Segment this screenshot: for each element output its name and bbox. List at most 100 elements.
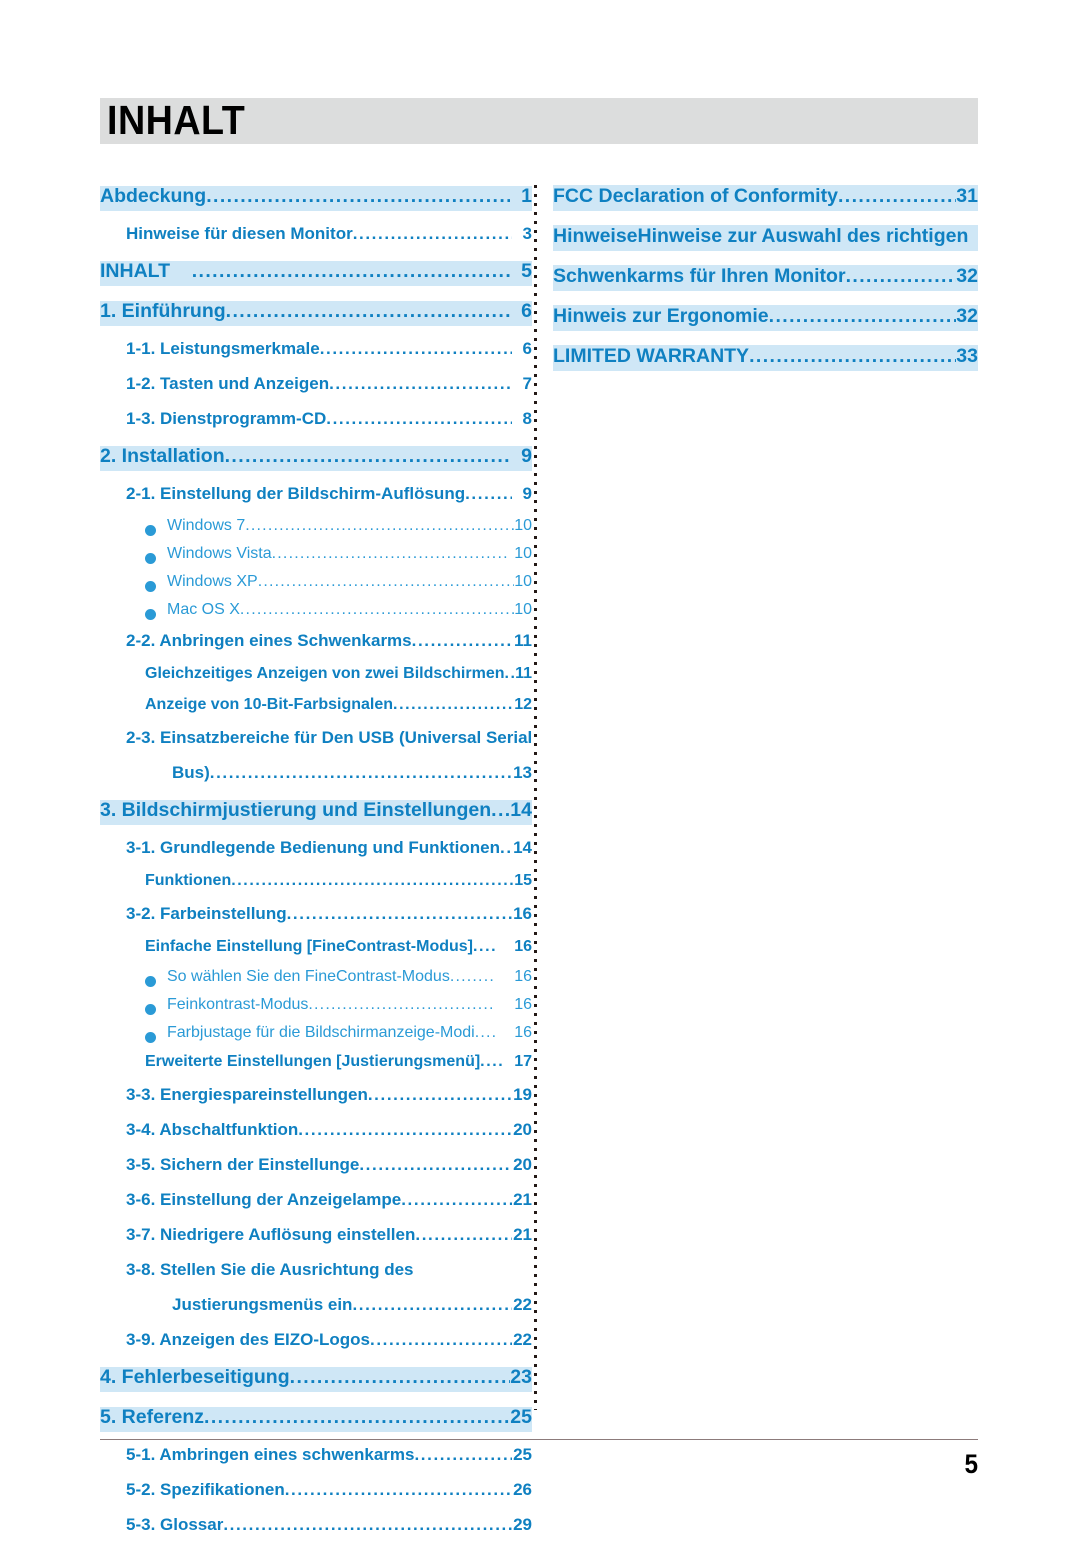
toc-entry-label: So wählen Sie den FineContrast-Modus xyxy=(167,968,450,985)
toc-entry[interactable]: Bus)....................................… xyxy=(100,760,532,795)
toc-entry-label: INHALT xyxy=(100,260,192,282)
toc-entry[interactable]: 3-8. Stellen Sie die Ausrichtung des xyxy=(100,1257,532,1292)
toc-entry-label: 3-1. Grundlegende Bedienung und Funktion… xyxy=(126,838,500,857)
toc-entry[interactable]: 5-3. Glossar............................… xyxy=(100,1512,532,1547)
toc-entry[interactable]: Windows Vista...........................… xyxy=(100,544,532,572)
toc-entry-label: 4. Fehlerbeseitigung xyxy=(100,1366,290,1388)
toc-entry-page-number: 10 xyxy=(514,545,532,562)
toc-entry-label: 5. Referenz xyxy=(100,1406,205,1428)
bullet-icon xyxy=(145,553,156,564)
toc-entry[interactable]: INHALT .................................… xyxy=(100,256,532,294)
toc-entry-page-number: 7 xyxy=(522,374,532,393)
toc-entry[interactable]: Windows 7...............................… xyxy=(100,516,532,544)
toc-entry[interactable]: 3-4. Abschaltfunktion...................… xyxy=(100,1117,532,1152)
toc-entry[interactable]: Farbjustage für die Bildschirmanzeige-Mo… xyxy=(100,1023,532,1051)
toc-entry-label: Abdeckung xyxy=(100,185,207,207)
toc-entry[interactable]: So wählen Sie den FineContrast-Modus....… xyxy=(100,967,532,995)
document-page: INHALT Abdeckung........................… xyxy=(0,0,1080,1534)
toc-entry[interactable]: LIMITED WARRANTY........................… xyxy=(553,341,978,379)
toc-entry[interactable]: 3-5. Sichern der Einstellunge...........… xyxy=(100,1152,532,1187)
toc-entry-label: 2. Installation xyxy=(100,445,225,467)
toc-entry-leader: .... xyxy=(480,1053,505,1070)
toc-entry-leader: ........................................… xyxy=(286,904,512,923)
toc-entry[interactable]: Hinweis zur Ergonomie...................… xyxy=(553,301,978,339)
toc-entry-page-number: 20 xyxy=(513,1155,532,1174)
toc-entry-page-number: 15 xyxy=(514,872,532,889)
toc-entry[interactable]: 1-1. Leistungsmerkmale..................… xyxy=(100,336,532,371)
toc-entry[interactable]: Feinkontrast-Modus......................… xyxy=(100,995,532,1023)
toc-entry-label: LIMITED WARRANTY xyxy=(553,345,750,367)
toc-entry[interactable]: 2. Installation.........................… xyxy=(100,441,532,479)
toc-entry-page-number: 10 xyxy=(514,517,532,534)
toc-entry-label: 5-1. Ambringen eines schwenkarms xyxy=(126,1445,415,1464)
toc-entry[interactable]: 2-2. Anbringen eines Schwenkarms........… xyxy=(100,628,532,663)
toc-entry-leader: ........................................… xyxy=(749,345,956,367)
toc-entry-leader: ........................................… xyxy=(239,601,514,618)
toc-entry-label: Bus) xyxy=(172,763,210,782)
toc-entry-page-number: 3 xyxy=(522,224,532,243)
toc-entry[interactable]: 3. Bildschirmjustierung und Einstellunge… xyxy=(100,795,532,833)
toc-entry-leader: ......................... xyxy=(837,185,956,207)
toc-entry-label: 3. Bildschirmjustierung und Einstellunge… xyxy=(100,799,492,821)
toc-entry-label: 1. Einführung xyxy=(100,300,226,322)
toc-entry-page-number: 16 xyxy=(514,1024,532,1041)
toc-entry-label: Windows Vista xyxy=(167,545,272,562)
toc-entry[interactable]: 3-6. Einstellung der Anzeigelampe.......… xyxy=(100,1187,532,1222)
toc-entry-leader: ..................... xyxy=(411,631,512,650)
toc-entry[interactable]: 5-1. Ambringen eines schwenkarms........… xyxy=(100,1442,532,1477)
toc-entry[interactable]: 4. Fehlerbeseitigung....................… xyxy=(100,1362,532,1400)
toc-entry-page-number: 25 xyxy=(513,1445,532,1464)
toc-entry[interactable]: Mac OS X................................… xyxy=(100,600,532,628)
toc-entry-leader: ........................................… xyxy=(223,1515,512,1534)
toc-entry[interactable]: Einfache Einstellung [FineContrast-Modus… xyxy=(100,936,532,967)
toc-entry[interactable]: 5-2. Spezifikationen....................… xyxy=(100,1477,532,1512)
toc-entry[interactable]: HinweiseHinweise zur Auswahl des richtig… xyxy=(553,221,978,259)
toc-entry-label: 1-2. Tasten und Anzeigen xyxy=(126,374,330,393)
toc-entry-leader: .... xyxy=(473,938,498,955)
toc-entry-page-number: 25 xyxy=(510,1406,532,1428)
toc-entry-leader: .................... xyxy=(415,1225,512,1244)
bullet-icon xyxy=(145,976,156,987)
toc-entry[interactable]: Gleichzeitiges Anzeigen von zwei Bildsch… xyxy=(100,663,532,694)
toc-entry[interactable]: 3-7. Niedrigere Auflösung einstellen....… xyxy=(100,1222,532,1257)
toc-entry[interactable]: 3-9. Anzeigen des EIZO-Logos............… xyxy=(100,1327,532,1362)
toc-entry-label: FCC Declaration of Conformity xyxy=(553,185,838,207)
toc-entry-page-number: 10 xyxy=(514,601,532,618)
toc-entry-label: Feinkontrast-Modus xyxy=(167,996,309,1013)
toc-entry-leader: ..................... xyxy=(393,696,514,713)
toc-entry[interactable]: FCC Declaration of Conformity...........… xyxy=(553,181,978,219)
toc-entry[interactable]: 1-3. Dienstprogramm-CD..................… xyxy=(100,406,532,441)
toc-entry-label: Anzeige von 10-Bit-Farbsignalen xyxy=(145,696,394,713)
toc-entry-leader: ... xyxy=(500,838,512,857)
toc-entry-leader: ........................................… xyxy=(204,1406,510,1428)
toc-entry-leader: ........................................… xyxy=(191,260,510,282)
toc-entry-leader: ........................ xyxy=(845,265,956,287)
toc-entry-label: HinweiseHinweise zur Auswahl des richtig… xyxy=(553,225,969,247)
toc-entry-label: 3-6. Einstellung der Anzeigelampe xyxy=(126,1190,402,1209)
toc-entry[interactable]: Windows XP..............................… xyxy=(100,572,532,600)
toc-entry-page-number: 16 xyxy=(514,996,532,1013)
toc-entry-leader: ........................................… xyxy=(231,872,514,889)
toc-entry[interactable]: Anzeige von 10-Bit-Farbsignalen.........… xyxy=(100,694,532,725)
toc-entry[interactable]: Funktionen..............................… xyxy=(100,870,532,901)
toc-entry-page-number: 6 xyxy=(522,339,532,358)
toc-entry-label: 3-4. Abschaltfunktion xyxy=(126,1120,299,1139)
toc-entry[interactable]: Hinweise für diesen Monitor.............… xyxy=(100,221,532,256)
toc-entry[interactable]: Erweiterte Einstellungen [Justierungsmen… xyxy=(100,1051,532,1082)
toc-entry[interactable]: Abdeckung...............................… xyxy=(100,181,532,219)
toc-entry-label: 3-8. Stellen Sie die Ausrichtung des xyxy=(126,1260,414,1279)
toc-entry[interactable]: 1-2. Tasten und Anzeigen................… xyxy=(100,371,532,406)
toc-entry-label: Funktionen xyxy=(145,872,232,889)
toc-entry[interactable]: 3-3. Energiespareinstellungen...........… xyxy=(100,1082,532,1117)
toc-entry[interactable]: 5. Referenz.............................… xyxy=(100,1402,532,1440)
toc-entry[interactable]: Schwenkarms für Ihren Monitor...........… xyxy=(553,261,978,299)
toc-entry[interactable]: 2-3. Einsatzbereiche für Den USB (Univer… xyxy=(100,725,532,760)
toc-entry[interactable]: 3-1. Grundlegende Bedienung und Funktion… xyxy=(100,835,532,870)
toc-entry[interactable]: 1. Einführung...........................… xyxy=(100,296,532,334)
toc-entry-page-number: 9 xyxy=(522,484,532,503)
toc-entry[interactable]: 2-1. Einstellung der Bildschirm-Auflösun… xyxy=(100,481,532,516)
toc-entry-leader: ............................... xyxy=(367,1085,512,1104)
toc-entry[interactable]: Justierungsmenüs ein....................… xyxy=(100,1292,532,1327)
toc-entry[interactable]: 3-2. Farbeinstellung....................… xyxy=(100,901,532,936)
toc-entry-label: Windows XP xyxy=(167,573,258,590)
